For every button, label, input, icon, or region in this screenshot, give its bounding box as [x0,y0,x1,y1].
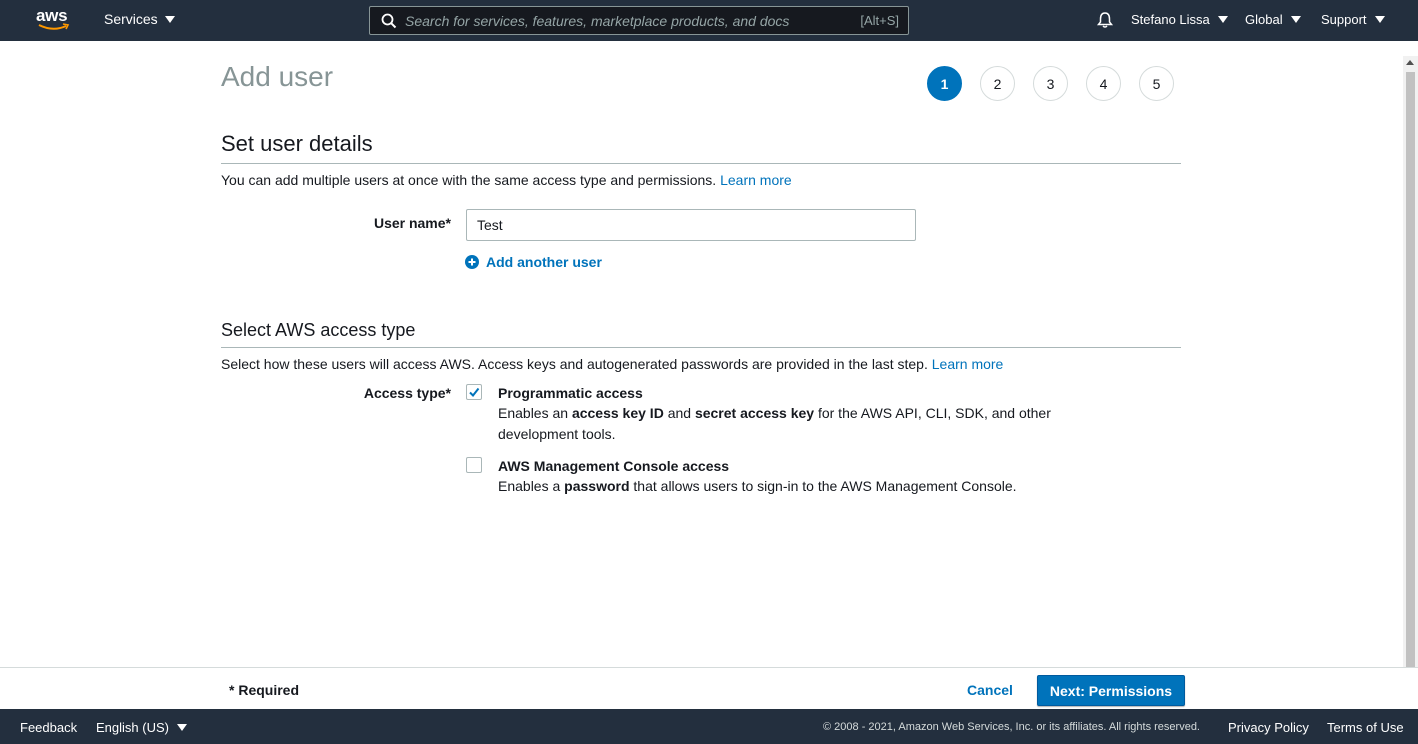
console-access-description: Enables a password that allows users to … [498,476,1058,497]
learn-more-link[interactable]: Learn more [932,356,1004,372]
section-description-user-details: You can add multiple users at once with … [221,172,792,188]
step-4[interactable]: 4 [1086,66,1121,101]
aws-logo[interactable]: aws [36,6,72,34]
step-2[interactable]: 2 [980,66,1015,101]
wizard-footer: * Required Cancel Next: Permissions [0,667,1418,709]
search-icon [381,13,397,29]
console-footer: Feedback English (US) © 2008 - 2021, Ama… [0,709,1418,744]
desc-bold: secret access key [694,405,815,421]
region-menu[interactable]: Global [1245,12,1301,27]
programmatic-access-title: Programmatic access [498,385,643,401]
language-label: English (US) [96,720,169,735]
learn-more-link[interactable]: Learn more [720,172,792,188]
divider [221,163,1181,164]
wizard-steps: 1 2 3 4 5 [927,66,1192,101]
caret-down-icon [1217,16,1228,23]
services-menu[interactable]: Services [104,11,175,27]
section-title-access-type: Select AWS access type [221,320,416,340]
programmatic-access-description: Enables an access key ID and secret acce… [498,403,1058,445]
terms-of-use-link[interactable]: Terms of Use [1327,720,1404,735]
vertical-scrollbar[interactable] [1403,56,1418,667]
user-name: Stefano Lissa [1131,12,1210,27]
desc-text: that allows users to sign-in to the AWS … [633,478,1017,494]
caret-down-icon [1374,16,1385,23]
step-1[interactable]: 1 [927,66,962,101]
section-title-user-details: Set user details [221,131,373,156]
search-input[interactable] [405,10,845,32]
desc-bold: access key ID [571,405,664,421]
desc-bold: password [564,478,630,494]
search-shortcut-hint: [Alt+S] [860,13,899,28]
add-another-user-label: Add another user [486,254,602,270]
support-label: Support [1321,12,1367,27]
checkmark-icon [469,387,480,398]
desc-text: Enables an [498,405,569,421]
scrollbar-thumb[interactable] [1406,72,1415,667]
programmatic-access-checkbox[interactable] [466,384,482,400]
access-type-description: Select how these users will access AWS. … [221,356,928,372]
step-5[interactable]: 5 [1139,66,1174,101]
step-3[interactable]: 3 [1033,66,1068,101]
access-type-label: Access type* [363,385,451,401]
console-access-checkbox[interactable] [466,457,482,473]
scroll-up-arrow-icon[interactable] [1406,60,1414,65]
services-label: Services [104,11,158,27]
caret-down-icon [1290,16,1301,23]
desc-text: and [667,405,692,421]
page-title: Add user [221,61,334,92]
bell-icon[interactable] [1096,11,1114,29]
privacy-policy-link[interactable]: Privacy Policy [1228,720,1309,735]
main-content: Add user 1 2 3 4 5 Set user details You … [0,41,1403,667]
language-selector[interactable]: English (US) [96,720,187,735]
console-access-title: AWS Management Console access [498,458,730,474]
user-details-description: You can add multiple users at once with … [221,172,717,188]
username-input[interactable] [466,209,916,241]
username-label: User name* [373,215,451,231]
desc-text: Enables a [498,478,561,494]
region-label: Global [1245,12,1283,27]
next-permissions-button[interactable]: Next: Permissions [1037,675,1185,706]
copyright-text: © 2008 - 2021, Amazon Web Services, Inc.… [823,721,1200,733]
feedback-link[interactable]: Feedback [20,720,77,735]
top-navigation: aws Services [Alt+S] Stefano Lissa Globa… [0,0,1418,41]
caret-down-icon [164,15,175,23]
user-menu[interactable]: Stefano Lissa [1131,12,1228,27]
required-note: * Required [229,682,300,698]
support-menu[interactable]: Support [1321,12,1385,27]
cancel-button[interactable]: Cancel [967,682,1013,698]
aws-smile-icon [38,23,70,30]
caret-down-icon [176,724,187,731]
add-another-user-button[interactable]: Add another user [465,254,602,270]
divider [221,347,1181,348]
plus-circle-icon [465,255,479,269]
section-description-access-type: Select how these users will access AWS. … [221,356,1003,372]
search-box[interactable]: [Alt+S] [369,6,909,35]
